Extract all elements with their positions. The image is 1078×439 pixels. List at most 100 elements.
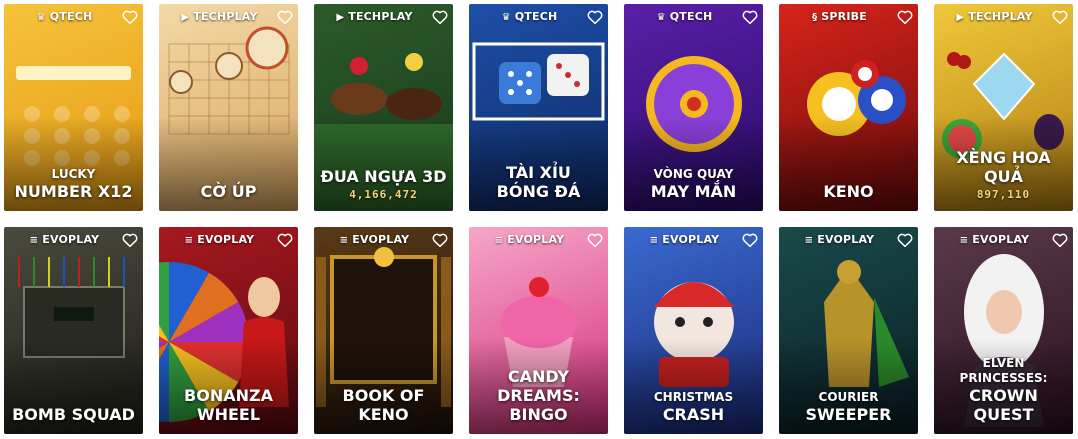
- game-title: SWEEPER: [805, 405, 892, 424]
- heart-outline-icon: [742, 233, 758, 248]
- game-card[interactable]: § SPRIBE KENO: [779, 4, 918, 211]
- game-title: BOOK OF KENO: [342, 386, 425, 424]
- techplay-play-icon: ▶: [336, 12, 345, 23]
- game-card[interactable]: ≡ EVOPLAY CHRISTMAS CRASH: [624, 227, 763, 434]
- game-title-block: BOMB SQUAD: [4, 405, 143, 424]
- provider-name: QTECH: [669, 10, 713, 23]
- provider-label: ≡ EVOPLAY: [624, 233, 745, 246]
- game-title: BONANZA WHEEL: [184, 386, 273, 424]
- player-count: 4,166,472: [349, 188, 418, 201]
- favorite-button[interactable]: [1051, 231, 1069, 249]
- game-card[interactable]: ≡ EVOPLAY CANDY DREAMS: BINGO: [469, 227, 608, 434]
- provider-name: EVOPLAY: [507, 233, 565, 246]
- game-title: KENO: [823, 182, 874, 201]
- provider-name: QTECH: [514, 10, 558, 23]
- provider-label: ≡ EVOPLAY: [159, 233, 280, 246]
- evoplay-e-icon: ≡: [649, 235, 659, 246]
- game-title: BINGO: [509, 405, 568, 424]
- heart-outline-icon: [1052, 233, 1068, 248]
- game-card[interactable]: ▶ TECHPLAY CỜ ÚP: [159, 4, 298, 211]
- qtech-crown-icon: ♛: [36, 12, 46, 23]
- favorite-button[interactable]: [276, 231, 294, 249]
- game-card[interactable]: ▶ TECHPLAY ĐUA NGỰA 3D 4,166,472: [314, 4, 453, 211]
- provider-label: ≡ EVOPLAY: [314, 233, 435, 246]
- provider-label: ♛ QTECH: [4, 10, 125, 23]
- game-card[interactable]: ≡ EVOPLAY ELVEN PRINCESSES: CROWN QUEST: [934, 227, 1073, 434]
- favorite-button[interactable]: [896, 8, 914, 26]
- game-title: CROWN QUEST: [969, 386, 1038, 424]
- player-count: 897,110: [976, 188, 1031, 201]
- qtech-crown-icon: ♛: [501, 12, 511, 23]
- provider-label: § SPRIBE: [779, 10, 900, 23]
- game-card[interactable]: ≡ EVOPLAY BOOK OF KENO: [314, 227, 453, 434]
- game-grid: ♛ QTECH LUCKY NUMBER X12 ▶ TECHPLAY CỜ ÚP ▶ TECH…: [0, 0, 1078, 439]
- game-card[interactable]: ♛ QTECH VÒNG QUAY MAY MẮN: [624, 4, 763, 211]
- evoplay-e-icon: ≡: [339, 235, 349, 246]
- favorite-button[interactable]: [121, 231, 139, 249]
- provider-label: ♛ QTECH: [469, 10, 590, 23]
- provider-label: ▶ TECHPLAY: [159, 10, 280, 23]
- evoplay-e-icon: ≡: [804, 235, 814, 246]
- techplay-play-icon: ▶: [956, 12, 965, 23]
- heart-outline-icon: [277, 10, 293, 25]
- provider-name: EVOPLAY: [352, 233, 410, 246]
- game-card[interactable]: ♛ QTECH TÀI XỈU BÓNG ĐÁ: [469, 4, 608, 211]
- game-card[interactable]: ♛ QTECH LUCKY NUMBER X12: [4, 4, 143, 211]
- heart-outline-icon: [122, 10, 138, 25]
- heart-outline-icon: [432, 233, 448, 248]
- game-title: ĐUA NGỰA 3D: [320, 167, 447, 186]
- provider-name: TECHPLAY: [968, 10, 1033, 23]
- game-title-block: BONANZA WHEEL: [159, 386, 298, 424]
- game-card[interactable]: ▶ TECHPLAY XÈNG HOA QUẢ 897,110: [934, 4, 1073, 211]
- favorite-button[interactable]: [121, 8, 139, 26]
- game-title-block: LUCKY NUMBER X12: [4, 167, 143, 201]
- favorite-button[interactable]: [276, 8, 294, 26]
- favorite-button[interactable]: [1051, 8, 1069, 26]
- game-title: NUMBER X12: [14, 182, 133, 201]
- game-card[interactable]: ≡ EVOPLAY BONANZA WHEEL: [159, 227, 298, 434]
- provider-name: EVOPLAY: [197, 233, 255, 246]
- provider-label: ≡ EVOPLAY: [779, 233, 900, 246]
- favorite-button[interactable]: [741, 231, 759, 249]
- provider-name: EVOPLAY: [817, 233, 875, 246]
- game-title-line-1: COURIER: [818, 390, 879, 404]
- game-title-block: CHRISTMAS CRASH: [624, 390, 763, 424]
- evoplay-e-icon: ≡: [959, 235, 969, 246]
- provider-name: EVOPLAY: [972, 233, 1030, 246]
- game-title: XÈNG HOA QUẢ: [956, 148, 1051, 186]
- provider-name: TECHPLAY: [193, 10, 258, 23]
- heart-outline-icon: [432, 10, 448, 25]
- game-title-line-1: VÒNG QUAY: [653, 167, 734, 181]
- heart-outline-icon: [587, 10, 603, 25]
- evoplay-e-icon: ≡: [29, 235, 39, 246]
- heart-outline-icon: [122, 233, 138, 248]
- game-title-line-1: CHRISTMAS: [653, 390, 734, 404]
- favorite-button[interactable]: [586, 231, 604, 249]
- game-title-block: KENO: [779, 182, 918, 201]
- evoplay-e-icon: ≡: [494, 235, 504, 246]
- game-title-block: TÀI XỈU BÓNG ĐÁ: [469, 163, 608, 201]
- evoplay-e-icon: ≡: [184, 235, 194, 246]
- game-title: TÀI XỈU: [506, 163, 571, 182]
- game-title-block: COURIER SWEEPER: [779, 390, 918, 424]
- game-title-block: ELVEN PRINCESSES: CROWN QUEST: [934, 356, 1073, 424]
- heart-outline-icon: [897, 233, 913, 248]
- heart-outline-icon: [897, 10, 913, 25]
- provider-name: SPRIBE: [821, 10, 867, 23]
- game-title-block: ĐUA NGỰA 3D 4,166,472: [314, 167, 453, 201]
- game-title-line-1: ELVEN PRINCESSES:: [959, 356, 1048, 385]
- game-title: CỜ ÚP: [200, 182, 257, 201]
- game-card[interactable]: ≡ EVOPLAY COURIER SWEEPER: [779, 227, 918, 434]
- favorite-button[interactable]: [741, 8, 759, 26]
- game-title: BÓNG ĐÁ: [496, 182, 581, 201]
- game-title-block: CANDY DREAMS: BINGO: [469, 367, 608, 424]
- favorite-button[interactable]: [896, 231, 914, 249]
- favorite-button[interactable]: [431, 8, 449, 26]
- favorite-button[interactable]: [586, 8, 604, 26]
- techplay-play-icon: ▶: [181, 12, 190, 23]
- provider-name: TECHPLAY: [348, 10, 413, 23]
- game-card[interactable]: ≡ EVOPLAY BOMB SQUAD: [4, 227, 143, 434]
- favorite-button[interactable]: [431, 231, 449, 249]
- game-title-block: BOOK OF KENO: [314, 386, 453, 424]
- heart-outline-icon: [587, 233, 603, 248]
